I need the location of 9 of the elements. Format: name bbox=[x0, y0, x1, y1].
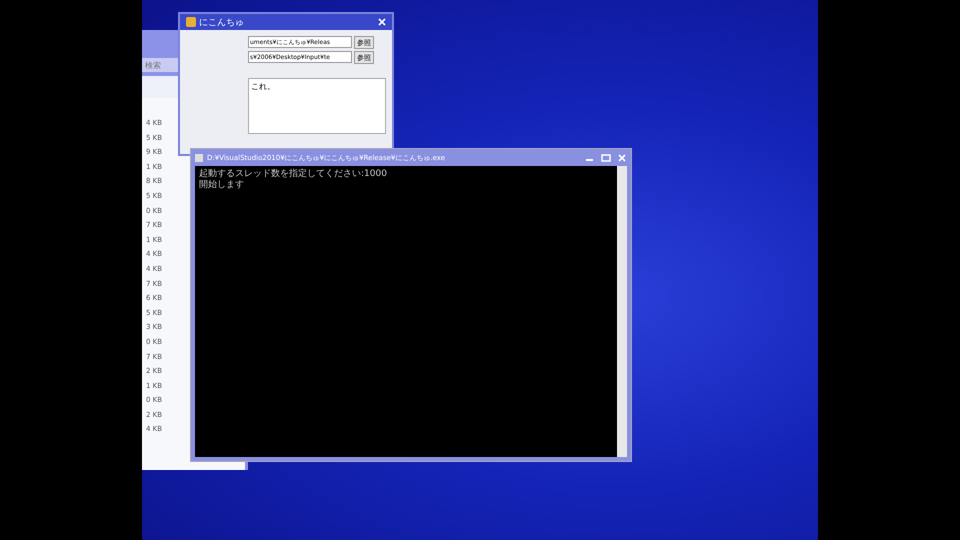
close-icon[interactable] bbox=[378, 18, 386, 26]
console-icon bbox=[195, 154, 203, 162]
maximize-icon[interactable] bbox=[601, 154, 611, 162]
console-line: 起動するスレッド数を指定してください:1000 bbox=[199, 169, 388, 180]
console-line: 開始します bbox=[199, 180, 245, 191]
text-area[interactable]: これ。 bbox=[248, 78, 386, 134]
app-icon bbox=[186, 17, 196, 27]
scrollbar[interactable] bbox=[617, 166, 627, 457]
window-title: にこんちゅ bbox=[199, 16, 245, 28]
